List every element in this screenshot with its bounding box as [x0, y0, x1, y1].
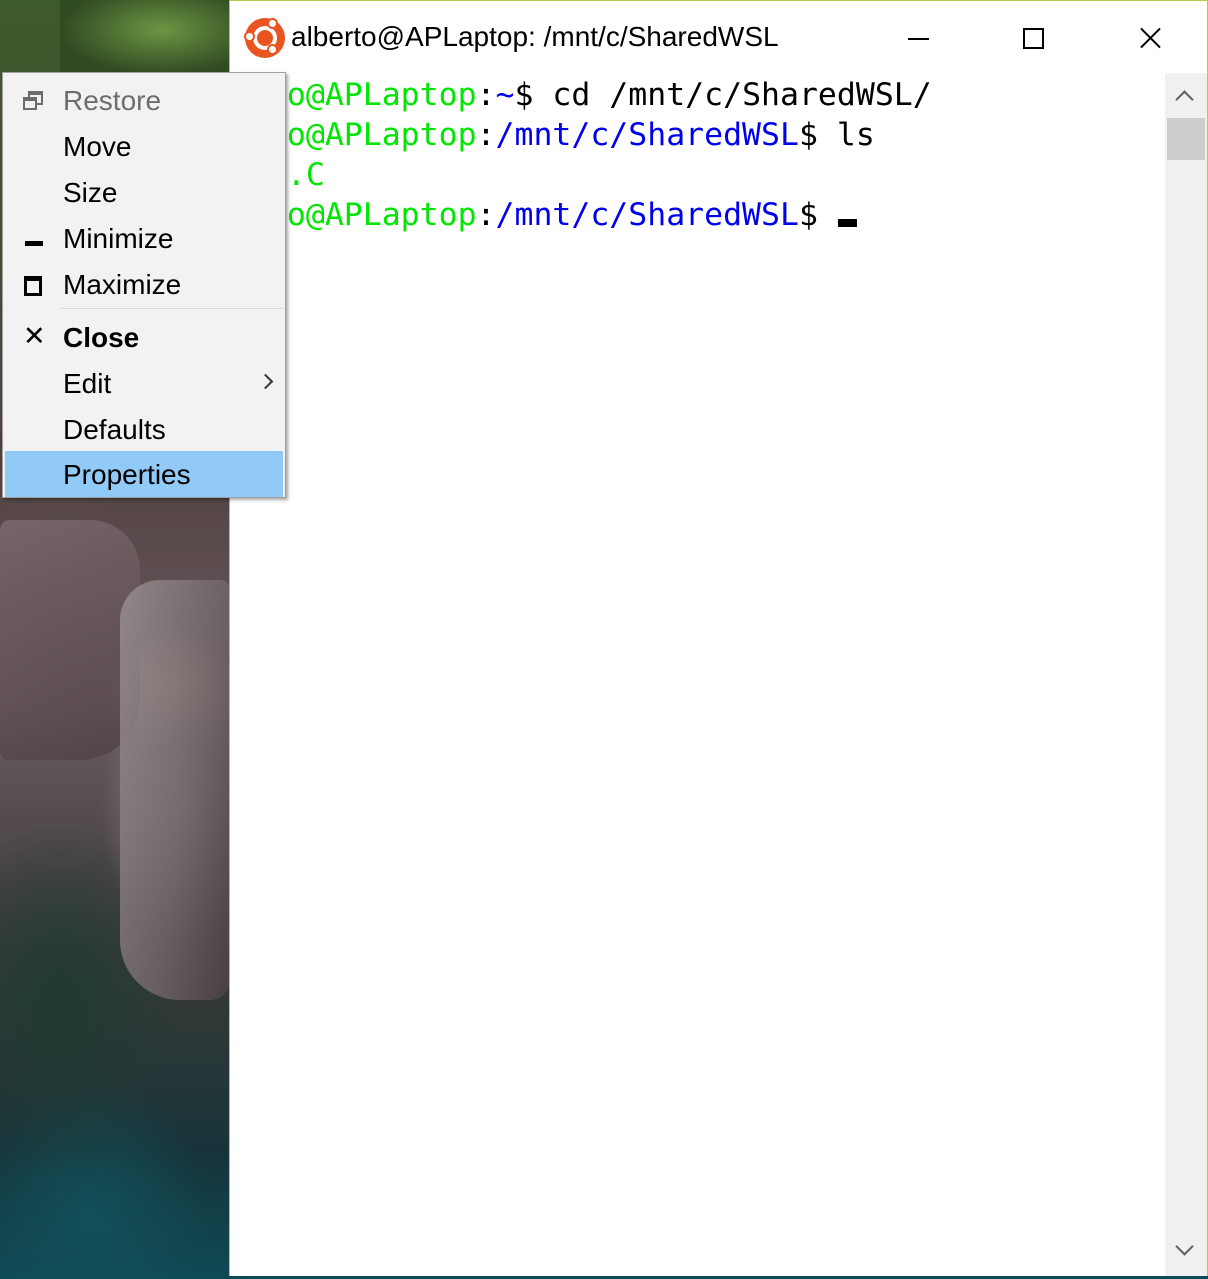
prompt-path: /mnt/c/SharedWSL	[495, 197, 799, 233]
menu-item-label: Maximize	[63, 269, 182, 300]
system-menu: Restore Move Size Minimize Maximize ✕ Cl…	[2, 72, 286, 498]
ubuntu-logo-dot	[244, 31, 255, 42]
terminal-line: erto@APLaptop:/mnt/c/SharedWSL$ ls	[230, 115, 875, 155]
menu-item-label: Restore	[63, 85, 162, 116]
menu-item-restore[interactable]: Restore	[5, 77, 283, 123]
window-title: alberto@APLaptop: /mnt/c/SharedWSL	[291, 21, 779, 52]
command-text: cd /mnt/c/SharedWSL/	[533, 77, 932, 113]
close-icon: ✕	[23, 321, 46, 352]
text-cursor	[837, 219, 857, 227]
prompt-separator: :	[476, 117, 496, 153]
restore-icon	[23, 91, 43, 111]
menu-item-label: Defaults	[63, 414, 166, 445]
minimize-button[interactable]	[888, 9, 948, 65]
wallpaper-rock	[0, 520, 140, 760]
menu-item-move[interactable]: Move	[5, 123, 283, 169]
scroll-down-arrow-icon[interactable]	[1165, 1234, 1207, 1274]
title-bar[interactable]: alberto@APLaptop: /mnt/c/SharedWSL	[230, 1, 1207, 73]
maximize-button[interactable]	[1003, 9, 1063, 65]
menu-item-label: Properties	[63, 459, 191, 490]
menu-item-defaults[interactable]: Defaults	[5, 406, 283, 452]
prompt-symbol: $	[514, 77, 534, 113]
ubuntu-logo-dot	[267, 44, 278, 55]
maximize-icon	[23, 275, 43, 296]
command-text: ls	[817, 117, 875, 153]
menu-separator	[61, 308, 283, 309]
menu-item-label: Minimize	[63, 223, 174, 254]
terminal-output[interactable]: erto@APLaptop:~$ cd /mnt/c/SharedWSL/ er…	[230, 73, 1167, 1276]
prompt-path: ~	[495, 77, 515, 113]
menu-item-label: Size	[63, 177, 118, 208]
ubuntu-icon[interactable]	[244, 18, 285, 58]
wallpaper-foliage	[60, 0, 230, 75]
wallpaper-rock	[120, 580, 230, 1000]
prompt-symbol: $	[798, 197, 818, 233]
scrollbar-thumb[interactable]	[1167, 118, 1205, 160]
menu-item-size[interactable]: Size	[5, 169, 283, 215]
menu-item-properties[interactable]: Properties	[5, 451, 283, 497]
prompt-separator: :	[476, 197, 496, 233]
menu-item-minimize[interactable]: Minimize	[5, 215, 283, 261]
prompt-path: /mnt/c/SharedWSL	[495, 117, 799, 153]
menu-item-close[interactable]: ✕ Close	[5, 314, 283, 360]
close-button[interactable]	[1119, 9, 1179, 65]
terminal-line: erto@APLaptop:~$ cd /mnt/c/SharedWSL/	[230, 75, 932, 115]
chevron-right-icon	[257, 373, 274, 390]
vertical-scrollbar[interactable]	[1165, 73, 1207, 1276]
prompt-separator: :	[476, 77, 496, 113]
menu-item-edit[interactable]: Edit	[5, 360, 283, 406]
minimize-icon	[23, 229, 43, 249]
menu-item-label: Edit	[63, 368, 112, 399]
menu-item-label: Move	[63, 131, 132, 162]
menu-item-maximize[interactable]: Maximize	[5, 261, 283, 307]
terminal-window[interactable]: alberto@APLaptop: /mnt/c/SharedWSL erto@…	[229, 0, 1208, 1276]
terminal-line: erto@APLaptop:/mnt/c/SharedWSL$	[230, 195, 857, 235]
scroll-up-arrow-icon[interactable]	[1165, 77, 1207, 117]
menu-item-label: Close	[63, 322, 140, 353]
ubuntu-logo-dot	[267, 18, 278, 29]
prompt-symbol: $	[798, 117, 818, 153]
